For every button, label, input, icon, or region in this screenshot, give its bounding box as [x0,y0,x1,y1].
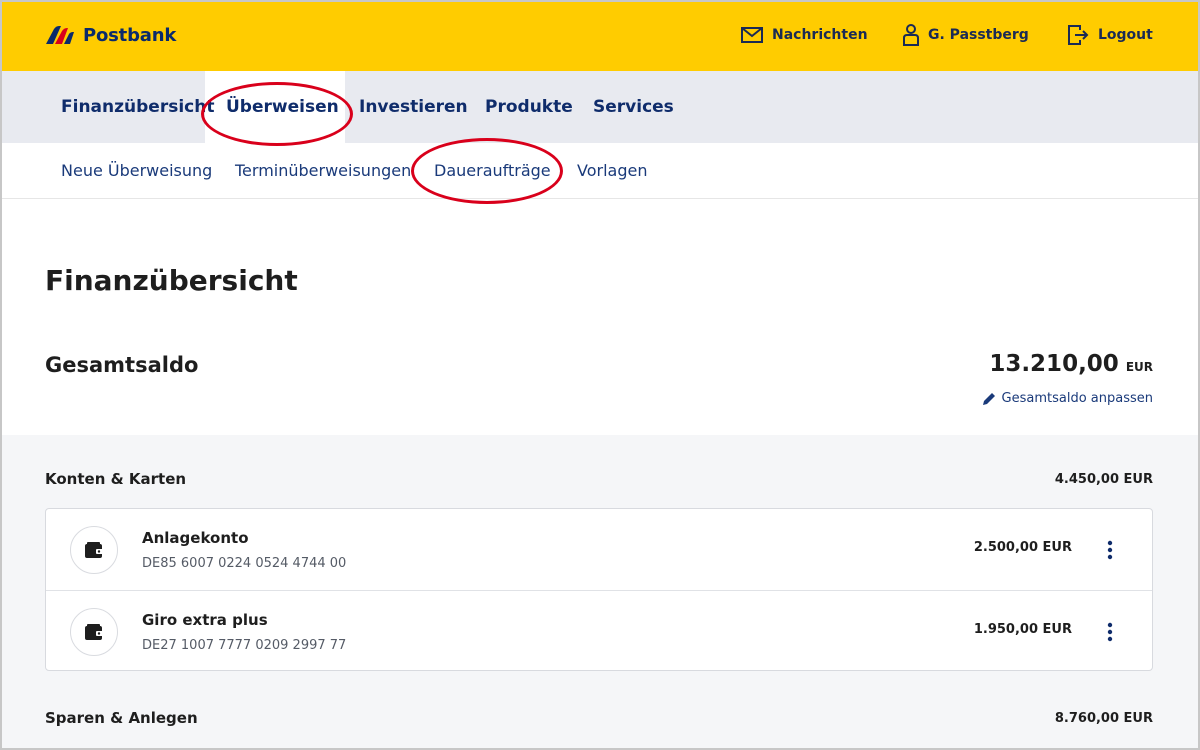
account-iban: DE27 1007 7777 0209 2997 77 [142,638,347,653]
wallet-icon [70,526,118,574]
account-iban: DE85 6007 0224 0524 4744 00 [142,556,347,571]
user-icon [903,24,919,46]
tab-produkte[interactable]: Produkte [485,71,573,143]
edit-total-balance-label: Gesamtsaldo anpassen [1001,391,1153,406]
account-row-anlagekonto[interactable]: Anlagekonto DE85 6007 0224 0524 4744 00 … [46,509,1152,590]
accounts-card: Anlagekonto DE85 6007 0224 0524 4744 00 … [45,508,1153,671]
total-balance-currency: EUR [1125,360,1153,374]
user-profile-button[interactable]: G. Passtberg [903,22,1029,48]
kebab-menu-icon[interactable] [1098,537,1122,563]
account-amount-value: 1.950,00 [973,622,1039,637]
group-label-konten: Konten & Karten [45,470,187,488]
edit-total-balance-link[interactable]: Gesamtsaldo anpassen [982,391,1153,406]
logout-label: Logout [1098,27,1153,43]
tab-finanzuebersicht[interactable]: Finanzübersicht [61,71,214,143]
subnav-neue-ueberweisung[interactable]: Neue Überweisung [61,143,212,199]
logout-button[interactable]: Logout [1067,22,1153,48]
top-bar: Postbank Nachrichten G. Passtberg Logout [0,0,1200,71]
total-balance-value: 13.210,00 [989,351,1119,377]
total-balance-amount: 13.210,00 EUR [989,351,1153,377]
messages-button[interactable]: Nachrichten [741,22,868,48]
postbank-logo-text: Postbank [83,24,177,46]
envelope-icon [741,27,763,43]
account-name: Anlagekonto [142,529,249,547]
tab-ueberweisen[interactable]: Überweisen [226,71,339,143]
messages-label: Nachrichten [772,27,868,43]
postbank-logo-icon [46,26,74,44]
postbank-logo[interactable]: Postbank [45,23,176,47]
kebab-menu-icon[interactable] [1098,619,1122,645]
group-header-konten: Konten & Karten 4.450,00 EUR [45,470,1153,488]
group-amount-konten: 4.450,00 EUR [1054,471,1153,487]
logout-icon [1068,25,1089,45]
account-row-giro-extra-plus[interactable]: Giro extra plus DE27 1007 7777 0209 2997… [46,590,1152,671]
group-amount-sparen: 8.760,00 EUR [1054,710,1153,726]
account-amount-currency: EUR [1042,540,1072,555]
account-amount-currency: EUR [1042,622,1072,637]
account-amount: 2.500,00 EUR [974,540,1072,555]
page-title: Finanzübersicht [45,264,298,297]
wallet-icon [70,608,118,656]
pencil-icon [982,392,995,405]
account-amount-value: 2.500,00 [973,540,1039,555]
subnav-vorlagen[interactable]: Vorlagen [577,143,647,199]
user-name-label: G. Passtberg [928,27,1029,43]
tab-investieren[interactable]: Investieren [359,71,468,143]
tab-services[interactable]: Services [593,71,674,143]
total-balance-label: Gesamtsaldo [45,353,199,377]
account-amount: 1.950,00 EUR [974,622,1072,637]
account-name: Giro extra plus [142,611,268,629]
group-header-sparen: Sparen & Anlegen 8.760,00 EUR [45,709,1153,727]
group-label-sparen: Sparen & Anlegen [45,709,198,727]
subnav-terminueberweisungen[interactable]: Terminüberweisungen [235,143,411,199]
subnav-dauerauftraege[interactable]: Daueraufträge [434,143,551,199]
